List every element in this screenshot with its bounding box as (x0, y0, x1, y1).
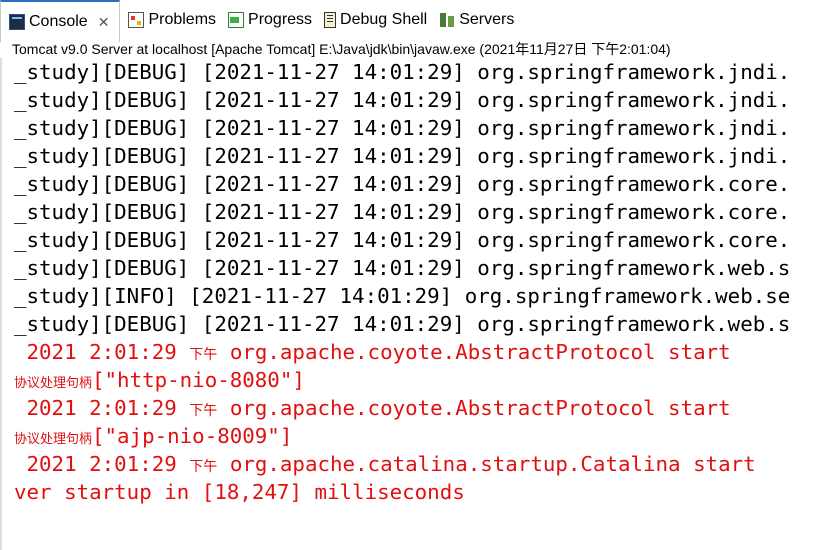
tab-debug-shell[interactable]: Debug Shell (316, 0, 431, 40)
tab-label: Progress (248, 11, 313, 28)
console-line: 协议处理句柄["http-nio-8080"] (14, 366, 790, 394)
line-segment-cjk: 协议处理句柄 (14, 432, 93, 447)
progress-icon (228, 12, 245, 28)
console-line: ver startup in [18,247] milliseconds (14, 480, 465, 504)
console-icon (9, 14, 25, 30)
line-segment-cjk: 协议处理句柄 (14, 376, 93, 391)
line-segment-cjk: 下午 (189, 403, 218, 419)
line-segment: 2021 2:01:29 (14, 452, 190, 476)
line-segment-cjk: 下午 (189, 459, 218, 475)
tab-label: Debug Shell (340, 11, 428, 28)
line-segment: org.apache.catalina.startup.Catalina sta… (217, 452, 756, 476)
line-segment: 2021 2:01:29 (14, 340, 190, 364)
line-segment: 2021 2:01:29 (14, 396, 190, 420)
console-line: _study][DEBUG] [2021-11-27 14:01:29] org… (14, 144, 791, 168)
console-line: _study][DEBUG] [2021-11-27 14:01:29] org… (14, 200, 791, 224)
console-line: _study][DEBUG] [2021-11-27 14:01:29] org… (14, 312, 791, 336)
line-segment: ["http-nio-8080"] (92, 368, 305, 392)
line-segment: org.apache.coyote.AbstractProtocol start (217, 396, 731, 420)
close-icon[interactable]: ✕ (98, 14, 110, 31)
console-line: _study][DEBUG] [2021-11-27 14:01:29] org… (14, 116, 791, 140)
tab-label: Console (29, 13, 88, 30)
console-line: _study][DEBUG] [2021-11-27 14:01:29] org… (14, 60, 791, 84)
problems-icon (128, 12, 145, 28)
console-line: 2021 2:01:29 下午 org.apache.catalina.star… (14, 450, 790, 478)
console-line: 协议处理句柄["ajp-nio-8009"] (14, 422, 790, 450)
console-line: _study][DEBUG] [2021-11-27 14:01:29] org… (14, 228, 791, 252)
tab-progress[interactable]: Progress (220, 0, 316, 40)
console-line: _study][INFO] [2021-11-27 14:01:29] org.… (14, 284, 791, 308)
debug-shell-icon (324, 12, 337, 28)
console-line: _study][DEBUG] [2021-11-27 14:01:29] org… (14, 256, 791, 280)
console-lines: _study][DEBUG] [2021-11-27 14:01:29] org… (14, 58, 790, 506)
line-segment-cjk: 下午 (189, 347, 218, 363)
console-line: _study][DEBUG] [2021-11-27 14:01:29] org… (14, 88, 791, 112)
tab-label: Servers (459, 11, 515, 28)
view-tab-bar: Console ✕ Problems Progress Debug Shell … (0, 0, 818, 42)
console-line: 2021 2:01:29 下午 org.apache.coyote.Abstra… (14, 338, 790, 366)
line-segment: ["ajp-nio-8009"] (92, 424, 293, 448)
tab-servers[interactable]: Servers (431, 0, 518, 40)
line-segment: org.apache.coyote.AbstractProtocol start (217, 340, 731, 364)
console-line: _study][DEBUG] [2021-11-27 14:01:29] org… (14, 172, 791, 196)
console-title: Tomcat v9.0 Server at localhost [Apache … (12, 41, 671, 57)
console-output[interactable]: _study][DEBUG] [2021-11-27 14:01:29] org… (0, 58, 818, 550)
tab-problems[interactable]: Problems (120, 0, 220, 40)
console-line: 2021 2:01:29 下午 org.apache.coyote.Abstra… (14, 394, 790, 422)
tab-console[interactable]: Console ✕ (0, 0, 121, 42)
servers-icon (439, 12, 455, 28)
tab-label: Problems (148, 11, 217, 28)
